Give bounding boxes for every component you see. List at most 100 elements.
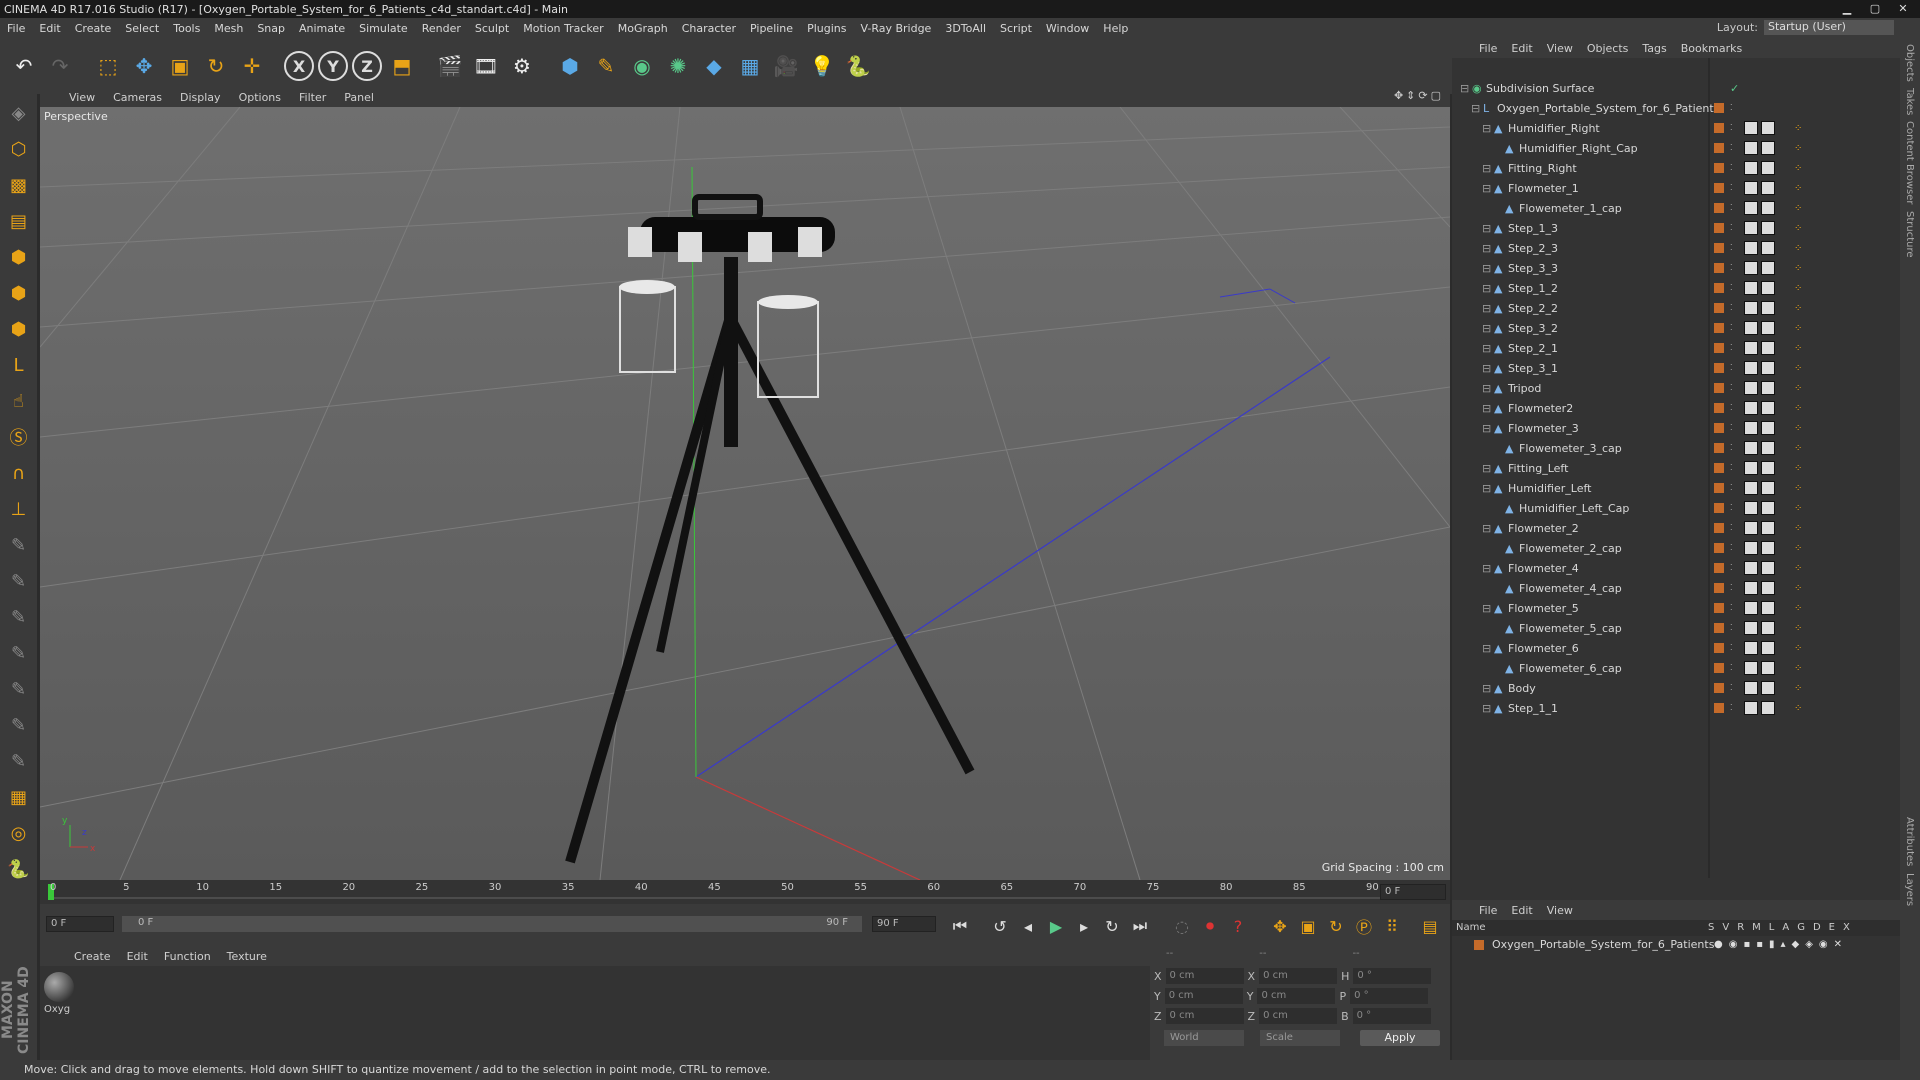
phong-tag-icon[interactable] [1744,341,1758,355]
viewport-menu-filter[interactable]: Filter [290,91,335,104]
material-tag-icon[interactable] [1761,401,1775,415]
checker-lock-icon[interactable]: ▦ [4,782,34,812]
selection-tag-icon[interactable]: ⁘ [1794,503,1802,514]
deform-icon[interactable]: ◎ [4,818,34,848]
expand-toggle-icon[interactable]: ⊟ [1460,82,1469,95]
visibility-dots-icon[interactable]: ⁚ [1730,563,1734,573]
object-row[interactable]: ▲ Flowemeter_6_cap ⁚ ⁘ [1452,658,1900,678]
expand-toggle-icon[interactable]: ⊟ [1482,402,1491,415]
workplane-icon[interactable]: ▤ [4,206,34,236]
viewport-menu-options[interactable]: Options [230,91,290,104]
layer-color-swatch[interactable] [1714,623,1724,633]
material-tag-icon[interactable] [1761,121,1775,135]
object-name[interactable]: Tripod [1508,382,1541,395]
material-menu-function[interactable]: Function [156,950,219,963]
material-tag-icon[interactable] [1761,581,1775,595]
phong-tag-icon[interactable] [1744,481,1758,495]
selection-tag-icon[interactable]: ⁘ [1794,183,1802,194]
object-row[interactable]: ⊟ ▲ Flowmeter_5 ⁚ ⁘ [1452,598,1900,618]
object-row[interactable]: ⊟ ▲ Step_1_3 ⁚ ⁘ [1452,218,1900,238]
position-x-field[interactable]: 0 cm [1165,968,1244,984]
material-menu-create[interactable]: Create [66,950,119,963]
object-name[interactable]: Oxygen_Portable_System_for_6_Patients [1497,102,1719,115]
phong-tag-icon[interactable] [1744,221,1758,235]
material-tag-icon[interactable] [1761,341,1775,355]
move-tool-icon[interactable]: ✥ [128,50,160,82]
play-forward-icon[interactable]: ▶ [1044,914,1068,938]
expand-toggle-icon[interactable]: ⊟ [1482,382,1491,395]
selection-tag-icon[interactable]: ⁘ [1794,383,1802,394]
object-name[interactable]: Step_2_2 [1508,302,1558,315]
object-row[interactable]: ⊟ ▲ Step_3_2 ⁚ ⁘ [1452,318,1900,338]
axis-mode-icon[interactable]: L [4,350,34,380]
layer-color-swatch[interactable] [1714,303,1724,313]
visibility-dots-icon[interactable]: ⁚ [1730,183,1734,193]
phong-tag-icon[interactable] [1744,501,1758,515]
z-axis-lock-icon[interactable]: Z [352,51,382,81]
object-row[interactable]: ⊟ ▲ Humidifier_Right ⁚ ⁘ [1452,118,1900,138]
material-tag-icon[interactable] [1761,561,1775,575]
viewport-menu-view[interactable]: View [60,91,104,104]
y-axis-lock-icon[interactable]: Y [318,51,348,81]
visibility-dots-icon[interactable]: ⁚ [1730,523,1734,533]
redo-icon[interactable]: ↷ [44,50,76,82]
expand-toggle-icon[interactable]: ⊟ [1482,462,1491,475]
material-menu-texture[interactable]: Texture [219,950,275,963]
side-tab-attributes[interactable]: Attributes [1904,817,1915,866]
expand-toggle-icon[interactable]: ⊟ [1482,302,1491,315]
next-frame-icon[interactable]: ▸ [1072,914,1096,938]
workplane-axis-icon[interactable]: ⊥ [4,494,34,524]
cube-object-icon[interactable]: ⬢ [554,50,586,82]
object-name[interactable]: Flowmeter_3 [1508,422,1579,435]
object-name[interactable]: Flowemeter_6_cap [1519,662,1622,675]
material-tag-icon[interactable] [1761,681,1775,695]
menu-file[interactable]: File [0,22,32,35]
key-pla-icon[interactable]: ⠿ [1380,914,1404,938]
brush-p-icon[interactable]: ✎ [4,566,34,596]
object-name[interactable]: Step_1_1 [1508,702,1558,715]
brush-icon[interactable]: ✎ [4,530,34,560]
object-row[interactable]: ▲ Flowemeter_4_cap ⁚ ⁘ [1452,578,1900,598]
layer-color-swatch[interactable] [1714,603,1724,613]
object-row[interactable]: ⊟ ▲ Fitting_Right ⁚ ⁘ [1452,158,1900,178]
phong-tag-icon[interactable] [1744,181,1758,195]
expand-toggle-icon[interactable]: ⊟ [1482,562,1491,575]
selection-tag-icon[interactable]: ⁘ [1794,643,1802,654]
object-row[interactable]: ⊟ ◉ Subdivision Surface ✓ [1452,78,1900,98]
object-row[interactable]: ⊟ ▲ Flowmeter_2 ⁚ ⁘ [1452,518,1900,538]
phong-tag-icon[interactable] [1744,281,1758,295]
object-row[interactable]: ⊟ ▲ Step_2_3 ⁚ ⁘ [1452,238,1900,258]
phong-tag-icon[interactable] [1744,161,1758,175]
expand-toggle-icon[interactable]: ⊟ [1482,482,1491,495]
phong-tag-icon[interactable] [1744,681,1758,695]
material-tag-icon[interactable] [1761,441,1775,455]
selection-tag-icon[interactable]: ⁘ [1794,683,1802,694]
object-name[interactable]: Humidifier_Right_Cap [1519,142,1638,155]
enabled-check-icon[interactable]: ✓ [1730,82,1739,95]
menu-render[interactable]: Render [415,22,468,35]
expand-toggle-icon[interactable]: ⊟ [1482,282,1491,295]
object-row[interactable]: ⊟ ▲ Flowmeter_1 ⁚ ⁘ [1452,178,1900,198]
visibility-dots-icon[interactable]: ⁚ [1730,143,1734,153]
layer-color-swatch[interactable] [1714,423,1724,433]
object-row[interactable]: ⊟ ▲ Fitting_Left ⁚ ⁘ [1452,458,1900,478]
material-tag-icon[interactable] [1761,661,1775,675]
previous-key-icon[interactable]: ↺ [988,914,1012,938]
expand-toggle-icon[interactable]: ⊟ [1482,242,1491,255]
menu-mograph[interactable]: MoGraph [611,22,675,35]
layer-color-swatch[interactable] [1714,563,1724,573]
menu-sculpt[interactable]: Sculpt [468,22,516,35]
menu-mesh[interactable]: Mesh [207,22,250,35]
material-tag-icon[interactable] [1761,241,1775,255]
current-frame-field[interactable]: 0 F [1380,884,1446,900]
expand-toggle-icon[interactable]: ⊟ [1482,262,1491,275]
visibility-dots-icon[interactable]: ⁚ [1730,483,1734,493]
object-name[interactable]: Fitting_Left [1508,462,1568,475]
object-name[interactable]: Step_1_3 [1508,222,1558,235]
phong-tag-icon[interactable] [1744,321,1758,335]
expand-toggle-icon[interactable]: ⊟ [1482,222,1491,235]
last-tool-icon[interactable]: ✛ [236,50,268,82]
layer-color-swatch[interactable] [1714,383,1724,393]
phong-tag-icon[interactable] [1744,421,1758,435]
visibility-dots-icon[interactable]: ⁚ [1730,283,1734,293]
